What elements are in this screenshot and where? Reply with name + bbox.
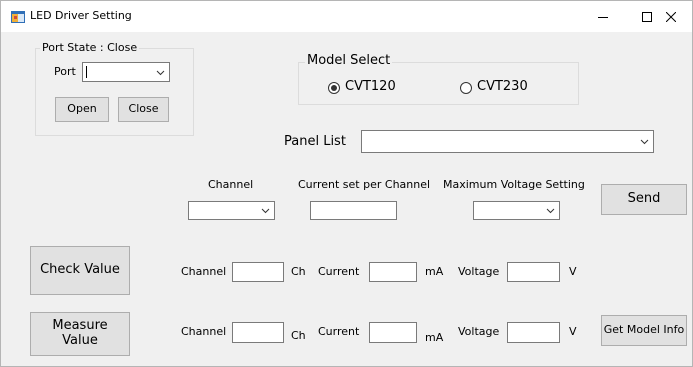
minimize-icon [598, 16, 608, 18]
close-icon [665, 11, 676, 22]
measure-voltage-field[interactable] [507, 322, 560, 343]
window-title: LED Driver Setting [30, 9, 132, 22]
send-button[interactable]: Send [601, 184, 687, 215]
close-port-button[interactable]: Close [118, 97, 169, 122]
channel-combobox[interactable] [188, 201, 275, 220]
check-channel-label: Channel [181, 265, 227, 278]
model-select-legend: Model Select [305, 53, 393, 68]
measure-channel-field[interactable] [232, 322, 284, 343]
check-voltage-unit: V [569, 265, 577, 278]
open-button[interactable]: Open [55, 97, 109, 122]
radio-cvt120-label[interactable]: CVT120 [345, 79, 396, 94]
current-set-input[interactable] [310, 201, 397, 220]
check-channel-unit: Ch [291, 265, 306, 278]
minimize-button[interactable] [581, 1, 625, 32]
port-label: Port [54, 65, 76, 78]
measure-button-line1: Measure [52, 318, 108, 334]
measure-channel-unit: Ch [291, 329, 306, 342]
measure-value-button[interactable]: Measure Value [30, 312, 130, 356]
check-current-label: Current [318, 265, 360, 278]
title-bar[interactable]: LED Driver Setting [1, 1, 692, 32]
app-window-icon [11, 11, 25, 23]
voltage-combobox[interactable] [473, 201, 560, 220]
panel-list-label: Panel List [284, 134, 346, 149]
measure-voltage-label: Voltage [458, 325, 500, 338]
panel-list-combobox[interactable] [361, 130, 654, 153]
check-current-unit: mA [425, 265, 444, 278]
check-current-field[interactable] [369, 262, 417, 282]
radio-cvt230[interactable] [460, 82, 472, 94]
check-channel-field[interactable] [232, 262, 284, 282]
check-value-button[interactable]: Check Value [30, 246, 130, 295]
measure-current-field[interactable] [369, 322, 417, 343]
port-state-legend: Port State : Close [40, 41, 140, 54]
chevron-down-icon [546, 208, 555, 214]
measure-current-unit: mA [425, 331, 444, 344]
text-cursor [86, 66, 87, 78]
close-window-button[interactable] [649, 1, 692, 32]
measure-voltage-unit: V [569, 325, 577, 338]
check-voltage-field[interactable] [507, 262, 560, 282]
model-select-group [298, 62, 579, 105]
measure-button-line2: Value [62, 333, 98, 348]
port-combobox[interactable] [82, 62, 170, 82]
chevron-down-icon [156, 70, 165, 76]
chevron-down-icon [261, 208, 270, 214]
check-voltage-label: Voltage [458, 265, 500, 278]
measure-current-label: Current [318, 325, 360, 338]
radio-cvt120[interactable] [328, 82, 340, 94]
chevron-down-icon [640, 139, 649, 145]
measure-channel-label: Channel [181, 325, 227, 338]
get-model-info-button[interactable]: Get Model Info [601, 315, 687, 346]
main-window: LED Driver Setting Port State : Close Po… [0, 0, 693, 367]
voltage-header: Maximum Voltage Setting [443, 178, 585, 191]
channel-header: Channel [208, 178, 254, 191]
radio-cvt230-label[interactable]: CVT230 [477, 79, 528, 94]
current-header: Current set per Channel [298, 178, 431, 191]
